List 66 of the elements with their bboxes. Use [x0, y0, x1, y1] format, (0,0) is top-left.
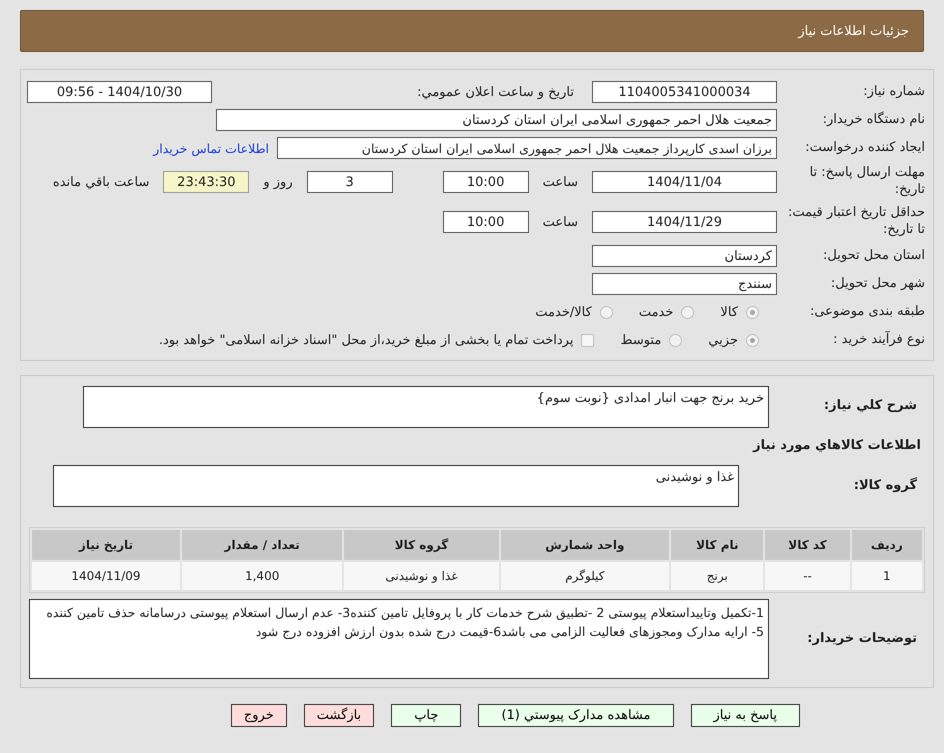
requester-field: برزان اسدی کارپرداز جمعیت هلال احمر جمهوری اسلامی ایران استان کردستان [277, 137, 777, 159]
field-label: شرح كلي نياز: [822, 398, 918, 414]
column-header: ردیف [852, 530, 922, 560]
checkbox-label: پرداخت تمام یا بخشی از مبلغ خرید،از محل "اسناد خزانه اسلامی" خواهد بود. [158, 332, 574, 348]
radio-label: خدمت [638, 304, 674, 320]
table-cell: -- [765, 562, 850, 590]
field-label: شماره نیاز: [862, 84, 926, 100]
table-cell: 1,400 [182, 562, 342, 590]
validity-time-field: 10:00 [442, 211, 529, 233]
field-label: تاریخ و ساعت اعلان عمومي: [416, 84, 574, 100]
remaining-time-field: 23:43:30 [163, 171, 250, 193]
field-label: استان محل تحویل: [822, 248, 926, 264]
validity-date-field: 1404/11/29 [592, 211, 777, 233]
buyer-org-field: جمعیت هلال احمر جمهوری اسلامی ایران استان کردستان [216, 109, 777, 131]
announce-date-field: 1404/10/30 - 09:56 [27, 81, 212, 103]
province-field: کردستان [592, 245, 777, 267]
buyer-contact-link[interactable]: اطلاعات تماس خریدار [153, 140, 269, 156]
column-header: کد کالا [765, 530, 850, 560]
field-label: ساعت [542, 214, 578, 230]
radio-label: کالا [720, 304, 738, 320]
need-number-field: 1104005341000034 [592, 81, 777, 103]
column-header: تاریخ نیاز [32, 530, 180, 560]
action-button[interactable]: پاسخ به نیاز [690, 704, 800, 727]
field-label: ساعت باقي مانده [52, 174, 150, 190]
field-label: ایجاد کننده درخواست: [804, 140, 926, 156]
radio-button[interactable] [746, 334, 759, 346]
action-button[interactable]: مشاهده مدارک پیوستي (1) [478, 704, 674, 727]
action-button[interactable]: بازگشت [304, 704, 374, 727]
table-cell: کیلوگرم [500, 562, 670, 590]
buyer-notes-field: 1-تکمیل وتاییداستعلام پیوستی 2 -تطبیق شرح خدمات کار با پروفایل تامین کننده3- عدم ارسال استعلام پیوستی درسامانه حذف تامین کننده 5- ارایه مدارک ومجوزهای فعالیت الزامی می باشد6-قیمت درج شده بدون ارزش افزوده درج شود [29, 599, 769, 679]
column-header: واحد شمارش [500, 530, 670, 560]
radio-label: کالا/خدمت [535, 304, 592, 320]
deadline-time-field: 10:00 [442, 171, 529, 193]
field-label: نوع فرآیند خرید : [832, 332, 926, 348]
field-label: توضیحات خریدار: [806, 630, 918, 648]
field-label: مهلت ارسال پاسخ: تا تاریخ: [808, 165, 926, 199]
column-header: گروه کالا [344, 530, 499, 560]
action-button[interactable]: چاپ [391, 704, 462, 727]
goods-group-field: غذا و نوشیدنی [53, 465, 739, 507]
deadline-date-field: 1404/11/04 [592, 171, 777, 193]
days-field: 3 [306, 171, 393, 193]
field-label: حداقل تاریخ اعتبار قیمت: تا تاریخ: [786, 205, 926, 239]
table-cell: 1 [852, 562, 922, 590]
table-cell: غذا و نوشیدنی [344, 562, 499, 590]
table-cell: برنج [671, 562, 764, 590]
radio-button[interactable] [669, 334, 682, 346]
radio-button[interactable] [600, 306, 613, 318]
checkbox[interactable] [581, 334, 594, 346]
section-title: اطلاعات كالاهاي مورد نياز [752, 437, 922, 455]
radio-label: متوسط [620, 332, 662, 348]
table-cell: 1404/11/09 [32, 562, 180, 590]
field-label: ساعت [542, 174, 578, 190]
action-button[interactable]: خروج [230, 704, 287, 727]
field-label: گروه کالا: [852, 478, 918, 494]
column-header: نام کالا [671, 530, 764, 560]
field-label: شهر محل تحویل: [830, 276, 926, 292]
description-field: خرید برنج جهت انبار امدادی {نوبت سوم} [83, 386, 769, 428]
field-label: روز و [263, 174, 293, 190]
page-title: جزئیات اطلاعات نیاز [798, 24, 909, 38]
radio-button[interactable] [746, 306, 759, 318]
radio-label: جزيي [708, 332, 738, 348]
field-label: طبقه بندی موضوعی: [808, 304, 926, 320]
field-label: نام دستگاه خریدار: [822, 112, 926, 128]
city-field: سنندج [592, 273, 777, 295]
radio-button[interactable] [681, 306, 694, 318]
column-header: تعداد / مقدار [182, 530, 342, 560]
